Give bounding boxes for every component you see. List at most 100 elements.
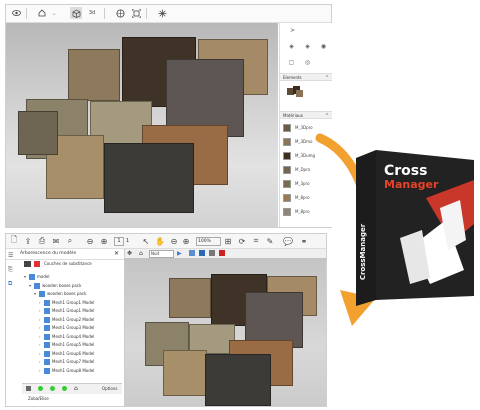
tree-item[interactable]: › Mesh1 Group1 Model <box>39 299 94 307</box>
tree-item[interactable]: › Mesh1 Group6 Model <box>39 350 94 358</box>
print-icon[interactable]: ⎙ <box>36 235 48 247</box>
view-select[interactable]: Nuit <box>149 250 174 258</box>
play-icon[interactable]: ▶ <box>177 250 182 257</box>
bottom-3d-viewport[interactable] <box>125 258 326 406</box>
eye-icon[interactable] <box>10 7 22 19</box>
page-number-input[interactable]: 1 <box>114 237 124 246</box>
layers-icon[interactable] <box>24 261 31 267</box>
next-page-icon[interactable]: ⊕ <box>98 235 110 247</box>
rotate-3d-icon[interactable]: ✥ <box>127 250 132 257</box>
collapse-icon[interactable]: ⌃ <box>325 74 329 82</box>
model-tree-rail-icon[interactable]: ⧉ <box>8 280 12 288</box>
zoom-out-icon[interactable]: ⊖ <box>168 235 180 247</box>
top-toolbar: ⌄ 3d <box>6 5 331 23</box>
tree-item[interactable]: › Mesh1 Group8 Model <box>39 367 94 375</box>
comment-icon[interactable]: 💬 <box>282 235 294 247</box>
tree-checkbox[interactable] <box>44 333 50 340</box>
tree-item[interactable]: ▾ model <box>24 273 49 281</box>
fit-icon[interactable] <box>130 7 142 19</box>
crop-icon[interactable]: ⌗ <box>250 235 262 247</box>
new-file-icon[interactable]: 🗋 <box>8 235 20 247</box>
tree-checkbox[interactable] <box>44 342 50 348</box>
material-swatch <box>283 208 291 216</box>
tree-item-label: wooden boxes pack <box>42 282 82 288</box>
prev-page-icon[interactable]: ⊖ <box>84 235 96 247</box>
upload-icon[interactable]: ⇪ <box>22 235 34 247</box>
tree-checkbox[interactable] <box>44 316 50 323</box>
fit-page-icon[interactable]: ⊞ <box>222 235 234 247</box>
rotate-icon[interactable]: ⟳ <box>236 235 248 247</box>
tree-item[interactable]: › Mesh1 Group1 Model <box>39 307 94 315</box>
tree-rail-icon[interactable]: ☰ <box>8 252 13 259</box>
home-icon[interactable]: ⌂ <box>74 385 78 392</box>
isolate-icon[interactable] <box>50 386 55 391</box>
zoom-in-icon[interactable]: ⊕ <box>180 235 192 247</box>
tree-checkbox[interactable] <box>44 350 50 357</box>
crate <box>205 354 271 406</box>
show-icon[interactable] <box>38 386 43 391</box>
hand-icon[interactable]: ✋ <box>154 235 166 247</box>
tree-item[interactable]: ▾ wooden boxes pack <box>29 282 81 290</box>
tree-item-label: Mesh1 Group1 Model <box>52 299 95 305</box>
cube-icon[interactable] <box>189 250 195 256</box>
hide-icon[interactable] <box>62 386 67 391</box>
tree-item[interactable]: › Mesh1 Group7 Model <box>39 358 94 366</box>
layers-small-icon[interactable]: ◈ <box>304 43 311 50</box>
tree-checkbox[interactable] <box>44 367 50 374</box>
tree-item[interactable]: › Mesh1 Group3 Model <box>39 324 94 332</box>
chevron-down-icon[interactable]: ⌄ <box>48 7 60 19</box>
zoom-select[interactable]: 100% <box>196 237 221 246</box>
filter-icon[interactable] <box>26 386 31 391</box>
cube-view-icon[interactable] <box>70 7 82 19</box>
sparkle-icon[interactable] <box>156 7 168 19</box>
bottom-toolbar: 🗋 ⇪ ⎙ ✉ ⌕ ⊖ ⊕ 1 1 ↖ ✋ ⊖ ⊕ 100% ⊞ ⟳ ⌗ ✎ 💬… <box>6 234 326 249</box>
3d-text-icon[interactable]: 3d <box>86 7 98 19</box>
options-button[interactable]: Options <box>102 386 117 391</box>
material-swatch <box>283 152 291 160</box>
tree-item-label: Mesh1 Group1 Model <box>52 308 95 313</box>
top-3d-viewport[interactable] <box>6 23 278 227</box>
pen-icon[interactable]: ✎ <box>264 235 276 247</box>
home-icon[interactable]: ⌂ <box>139 250 143 257</box>
box-spine-text: CrossManager <box>359 223 367 281</box>
tree-item[interactable]: › Mesh1 Group2 Model <box>39 316 94 324</box>
camera-small-icon[interactable]: ◉ <box>320 43 327 50</box>
light-icon[interactable] <box>209 250 215 256</box>
background-icon[interactable] <box>219 250 225 256</box>
elements-label: Elements <box>283 75 302 80</box>
home-icon[interactable] <box>36 7 48 19</box>
tree-checkbox[interactable] <box>39 291 45 297</box>
tree-item-label: model <box>37 274 50 279</box>
tree-item-label: Mesh1 Group2 Model <box>52 316 95 322</box>
model-tree-panel: Arborescence du modèle ✕ Couches de subs… <box>6 249 125 406</box>
tree-checkbox[interactable] <box>44 325 50 331</box>
globe-icon[interactable] <box>114 7 126 19</box>
square-small-icon[interactable]: ▢ <box>288 59 295 66</box>
share-icon[interactable]: ⚭ <box>298 235 310 247</box>
elements-thumbnail[interactable] <box>286 84 304 98</box>
envelope-icon[interactable]: ✉ <box>50 235 62 247</box>
crate <box>68 49 120 101</box>
tree-checkbox[interactable] <box>29 274 35 280</box>
attach-icon[interactable]: ⎘ <box>8 266 13 274</box>
elements-header[interactable]: Elements ⌃ <box>280 73 332 81</box>
layer-select[interactable]: Couches de substitance <box>44 261 92 267</box>
tree-item[interactable]: ▾ wooden boxes pack <box>34 290 86 298</box>
tree-checkbox[interactable] <box>44 359 50 365</box>
tree-item[interactable]: › Mesh1 Group5 Model <box>39 341 94 349</box>
tree-checkbox[interactable] <box>44 299 50 306</box>
bottom-viewer-window: 🗋 ⇪ ⎙ ✉ ⌕ ⊖ ⊕ 1 1 ↖ ✋ ⊖ ⊕ 100% ⊞ ⟳ ⌗ ✎ 💬… <box>5 233 327 407</box>
render-icon[interactable] <box>199 250 205 256</box>
collapse-icon[interactable]: ⌃ <box>325 112 329 120</box>
tree-checkbox[interactable] <box>34 282 40 289</box>
tree-checkbox[interactable] <box>44 308 50 314</box>
target-small-icon[interactable]: ◎ <box>304 59 311 66</box>
cube-small-icon[interactable]: ◈ <box>288 43 295 50</box>
cursor-icon[interactable]: ↖ <box>140 235 152 247</box>
color-icon[interactable] <box>34 261 40 267</box>
tree-item[interactable]: › Mesh1 Group4 Model <box>39 333 94 341</box>
close-icon[interactable]: ✕ <box>114 250 119 257</box>
chevron-right-icon[interactable]: > <box>290 27 295 34</box>
search-icon[interactable]: ⌕ <box>64 235 76 247</box>
materials-header[interactable]: Matériaux ⌃ <box>280 111 332 119</box>
